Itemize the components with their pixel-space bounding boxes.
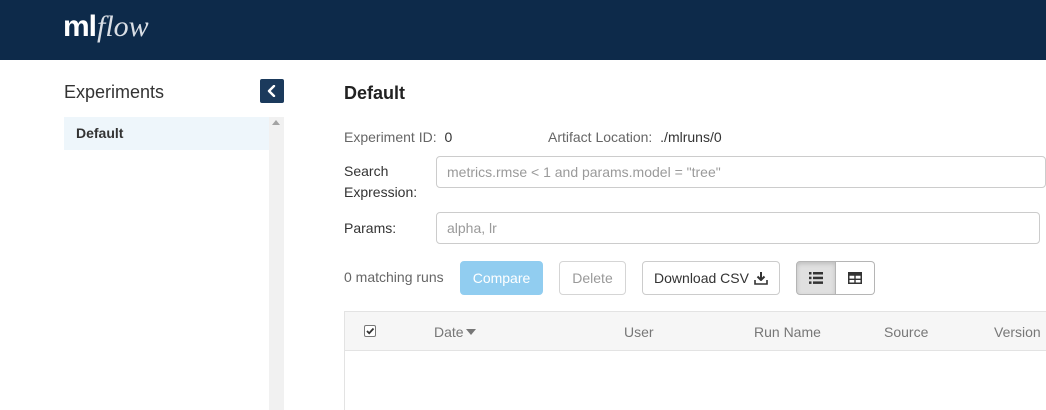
checkmark-icon [366, 327, 375, 335]
top-navbar: ml flow [0, 0, 1046, 60]
column-header-date[interactable]: Date [434, 324, 476, 340]
table-icon [847, 272, 862, 284]
column-header-run-name[interactable]: Run Name [754, 324, 821, 340]
list-view-button[interactable] [796, 261, 836, 295]
experiment-list: Default [64, 117, 284, 410]
download-csv-label: Download CSV [654, 270, 749, 286]
search-expression-input[interactable] [436, 156, 1046, 188]
table-header: Date User Run Name Source Version [345, 312, 1046, 351]
table-view-button[interactable] [835, 261, 875, 295]
experiment-title: Default [344, 83, 406, 103]
sidebar-scrollbar[interactable] [269, 117, 284, 410]
download-icon [754, 272, 768, 285]
artifact-location-value: ./mlruns/0 [660, 129, 722, 145]
artifact-location-label: Artifact Location: [548, 129, 653, 145]
logo-flow-text: flow [97, 10, 149, 43]
sort-desc-icon [465, 329, 476, 335]
delete-button-label: Delete [572, 270, 613, 286]
collapse-sidebar-button[interactable] [260, 79, 284, 103]
search-label-line2: Expression: [344, 184, 418, 200]
delete-button[interactable]: Delete [559, 261, 626, 295]
download-csv-button[interactable]: Download CSV [642, 261, 780, 295]
experiment-id-label: Experiment ID: [344, 129, 437, 145]
column-header-source[interactable]: Source [884, 324, 928, 340]
experiment-id: Experiment ID: 0 [344, 129, 452, 145]
scroll-up-arrow-icon[interactable] [272, 120, 280, 125]
select-all-checkbox[interactable] [364, 325, 376, 337]
runs-table: Date User Run Name Source Version [344, 311, 1046, 410]
sidebar-title: Experiments [64, 82, 165, 102]
mlflow-logo[interactable]: ml flow [63, 10, 149, 50]
compare-button-label: Compare [472, 270, 531, 286]
column-date-label: Date [434, 324, 464, 340]
compare-button[interactable]: Compare [460, 261, 543, 295]
matching-runs-count: 0 matching runs [344, 269, 444, 285]
experiment-id-value: 0 [444, 129, 453, 145]
list-icon [808, 272, 823, 284]
column-header-version[interactable]: Version [994, 324, 1041, 340]
params-input[interactable] [436, 212, 1040, 244]
column-header-user[interactable]: User [624, 324, 654, 340]
artifact-location: Artifact Location: ./mlruns/0 [548, 129, 722, 145]
chevron-left-icon [267, 85, 276, 97]
params-label: Params: [344, 220, 397, 236]
logo-ml-text: ml [63, 10, 97, 43]
experiment-item-default[interactable]: Default [64, 117, 269, 150]
search-label-line1: Search [344, 163, 389, 179]
view-toggle-group [796, 261, 875, 295]
experiment-item-label: Default [76, 125, 124, 141]
search-expression-label: Search Expression: [344, 161, 417, 203]
